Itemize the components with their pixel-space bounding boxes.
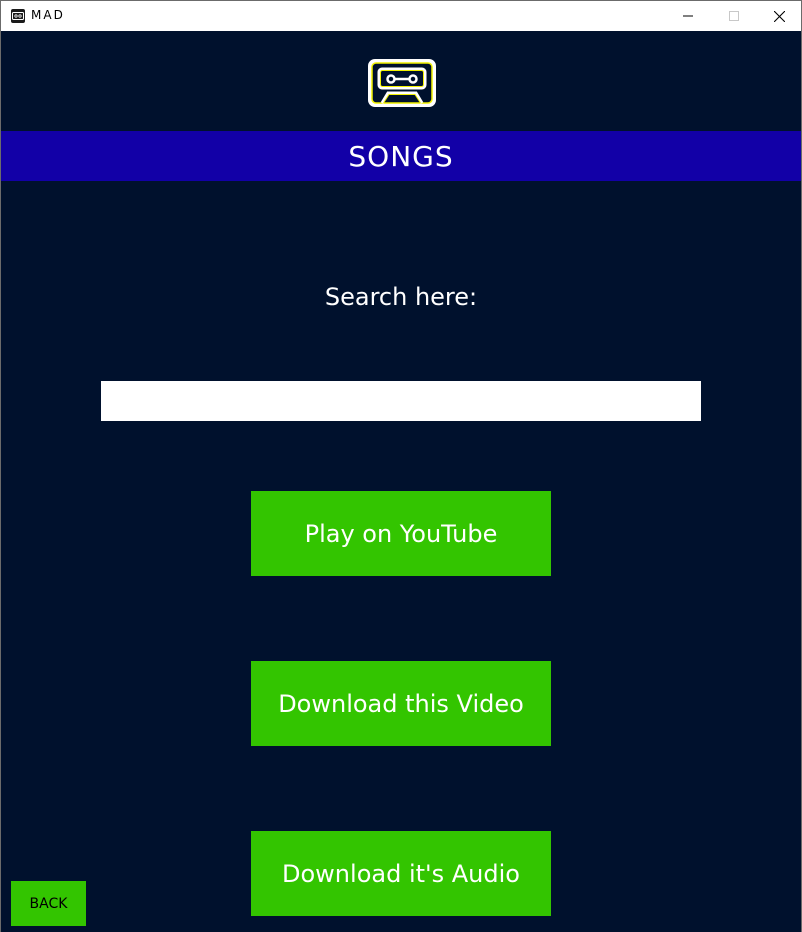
page-title: SONGS [348,139,454,173]
search-input[interactable] [101,381,701,421]
minimize-icon [683,15,693,17]
title-bar[interactable]: MAD [1,1,801,31]
cassette-tape-icon [367,58,437,108]
download-video-button[interactable]: Download this Video [251,661,551,746]
search-label: Search here: [324,283,478,311]
app-window: MAD SONGS Search here: Play on YouTube D… [0,0,802,932]
maximize-button[interactable] [711,1,757,31]
window-title: MAD [31,8,65,22]
maximize-icon [729,11,739,21]
close-button[interactable] [756,1,802,31]
download-audio-button[interactable]: Download it's Audio [251,831,551,916]
app-icon [11,9,25,23]
close-icon [773,10,785,22]
minimize-button[interactable] [665,1,711,31]
play-on-youtube-button[interactable]: Play on YouTube [251,491,551,576]
main-content: SONGS Search here: Play on YouTube Downl… [1,31,801,932]
header-band: SONGS [1,131,801,181]
back-button[interactable]: BACK [11,881,86,926]
